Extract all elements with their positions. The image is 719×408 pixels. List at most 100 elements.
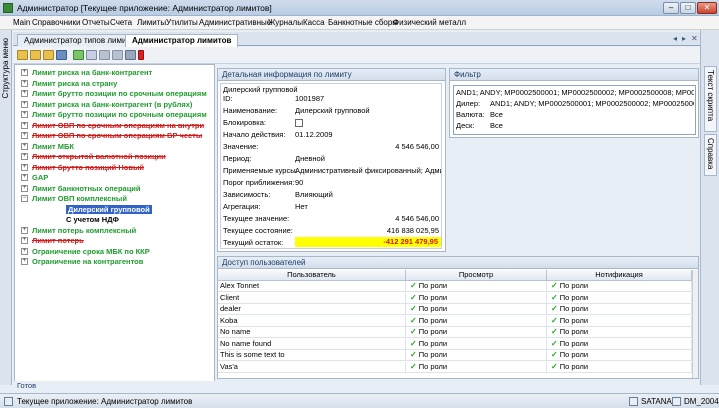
window-title: Администратор [Текущее приложение: Админ… [17, 3, 272, 13]
menu-cash[interactable]: Касса [303, 18, 325, 27]
script-text-label: Текст скрипта [706, 70, 715, 122]
expand-icon[interactable]: + [21, 237, 28, 244]
cell-text: По роли [418, 315, 448, 325]
user-cell: Client [218, 292, 406, 304]
properties-icon[interactable] [56, 50, 67, 60]
notification-cell: ✓ По роли [547, 304, 692, 315]
menu-utilities[interactable]: Утилиты [166, 18, 198, 27]
col-header-notification[interactable]: Нотификация [547, 270, 692, 281]
limit-details-header: Детальная информация по лимиту [218, 69, 445, 81]
close-button[interactable]: ✕ [697, 2, 717, 14]
edit-icon[interactable] [73, 50, 84, 60]
save-icon[interactable] [86, 50, 97, 60]
menu-administrative[interactable]: Административные [199, 18, 271, 27]
refresh-icon[interactable] [99, 50, 110, 60]
current-remainder-value: -412 291 479,95 [295, 237, 441, 247]
details-value: Влияющий [295, 190, 333, 199]
new-folder-icon[interactable] [43, 50, 54, 60]
users-icon[interactable] [125, 50, 136, 60]
help-tab[interactable]: Справка [704, 134, 717, 176]
tree-item-label: Лимит потерь комплексный [32, 225, 137, 235]
menu-reports[interactable]: Отчеты [82, 18, 110, 27]
expand-icon[interactable]: + [21, 90, 28, 97]
col-header-view[interactable]: Просмотр [406, 270, 547, 281]
filter-box[interactable]: AND1; ANDY; MP0002500001; MP0002500002; … [453, 85, 696, 135]
details-value: Дилерский групповой [295, 106, 370, 115]
tab-scroll-left-button[interactable]: ◂ [673, 34, 677, 43]
view-cell: ✓ По роли [406, 350, 547, 361]
tree-item-label: Ограничение срока МБК по ККР [32, 246, 150, 256]
expand-icon[interactable]: + [21, 132, 28, 139]
expand-icon[interactable]: + [21, 121, 28, 129]
details-value: Нет [295, 202, 308, 211]
user-cell: Alex Tonnet [218, 281, 406, 292]
expand-icon[interactable]: + [21, 111, 28, 118]
table-row[interactable]: No name ✓ По роли ✓ По роли [218, 327, 692, 338]
menu-journals[interactable]: Журналы [268, 18, 303, 27]
table-row[interactable]: No name found ✓ По роли ✓ По роли [218, 338, 692, 350]
user-cell: Koba [218, 315, 406, 327]
col-header-user[interactable]: Пользователь [218, 270, 406, 281]
menu-banknote-fees[interactable]: Банкнотные сборы [328, 18, 398, 27]
details-value: 4 546 546,00 [395, 214, 439, 223]
expand-icon[interactable]: + [21, 100, 28, 108]
table-row[interactable]: This is some text to ✓ По роли ✓ По роли [218, 350, 692, 361]
tree-item-label: Лимит риска на страну [32, 78, 118, 88]
filter-currency-value: Все [490, 110, 503, 119]
table-row[interactable]: Alex Tonnet ✓ По роли ✓ По роли [218, 281, 692, 292]
expand-icon[interactable]: + [21, 184, 28, 192]
open-folder-icon[interactable] [17, 50, 28, 60]
menu-limits[interactable]: Лимиты [137, 18, 166, 27]
minimize-button[interactable]: – [663, 2, 679, 14]
filter-desk-label: Деск: [456, 121, 475, 130]
filter-dealer-label: Дилер: [456, 99, 481, 108]
table-row[interactable]: Client ✓ По роли ✓ По роли [218, 292, 692, 304]
collapse-icon[interactable]: − [21, 195, 28, 202]
undo-icon[interactable] [112, 50, 123, 60]
menu-accounts[interactable]: Счета [110, 18, 132, 27]
expand-icon[interactable]: + [21, 163, 28, 171]
table-row[interactable]: dealer ✓ По роли ✓ По роли [218, 304, 692, 315]
notification-cell: ✓ По роли [547, 338, 692, 350]
menu-structure-tab[interactable]: Структура меню [0, 30, 12, 385]
table-row[interactable]: Vas'a ✓ По роли ✓ По роли [218, 361, 692, 373]
filter-currency-label: Валюта: [456, 110, 485, 119]
tab-scroll-right-button[interactable]: ▸ [682, 34, 686, 43]
expand-icon[interactable]: + [21, 142, 28, 150]
details-value: Административный фиксированный; Адми... [295, 166, 441, 175]
expand-icon[interactable]: + [21, 79, 28, 87]
notification-cell: ✓ По роли [547, 315, 692, 327]
tab-close-button[interactable]: ✕ [691, 34, 698, 43]
filter-desk-value: Все [490, 121, 503, 130]
expand-icon[interactable]: + [21, 247, 28, 255]
expand-icon[interactable]: + [21, 226, 28, 234]
menu-bar: Main Справочники Отчеты Счета Лимиты Ути… [0, 16, 719, 30]
menu-physical-metal[interactable]: Физический металл [393, 18, 466, 27]
checkmark-icon: ✓ [410, 304, 417, 313]
cell-text: No name found [220, 338, 272, 348]
details-box: Дилерский групповой ID: 1001987 Наименов… [220, 83, 442, 249]
expand-icon[interactable]: + [21, 153, 28, 160]
expand-icon[interactable]: + [21, 174, 28, 181]
alert-icon[interactable] [138, 50, 144, 60]
details-label: Наименование: [223, 106, 278, 115]
notification-cell: ✓ По роли [547, 281, 692, 292]
ready-status: Готов [13, 381, 700, 391]
tab-limits-admin[interactable]: Администратор лимитов [125, 34, 239, 47]
table-row[interactable]: Koba ✓ По роли ✓ По роли [218, 315, 692, 327]
menu-directories[interactable]: Справочники [32, 18, 80, 27]
folder-icon[interactable] [30, 50, 41, 60]
app-status-icon [4, 397, 13, 406]
menu-structure-label: Структура меню [1, 38, 10, 99]
script-text-tab[interactable]: Текст скрипта [704, 66, 717, 132]
expand-icon[interactable]: + [21, 69, 28, 76]
cell-text: По роли [559, 281, 589, 290]
block-checkbox[interactable] [295, 119, 303, 127]
tree-item-label: GAP [32, 173, 49, 182]
maximize-button[interactable]: □ [680, 2, 696, 14]
menu-main[interactable]: Main [13, 18, 30, 27]
grid-scrollbar[interactable] [692, 270, 698, 378]
tree-item-label: Лимит ОВП комплексный [32, 194, 127, 203]
expand-icon[interactable]: + [21, 258, 28, 265]
checkmark-icon: ✓ [410, 327, 417, 336]
